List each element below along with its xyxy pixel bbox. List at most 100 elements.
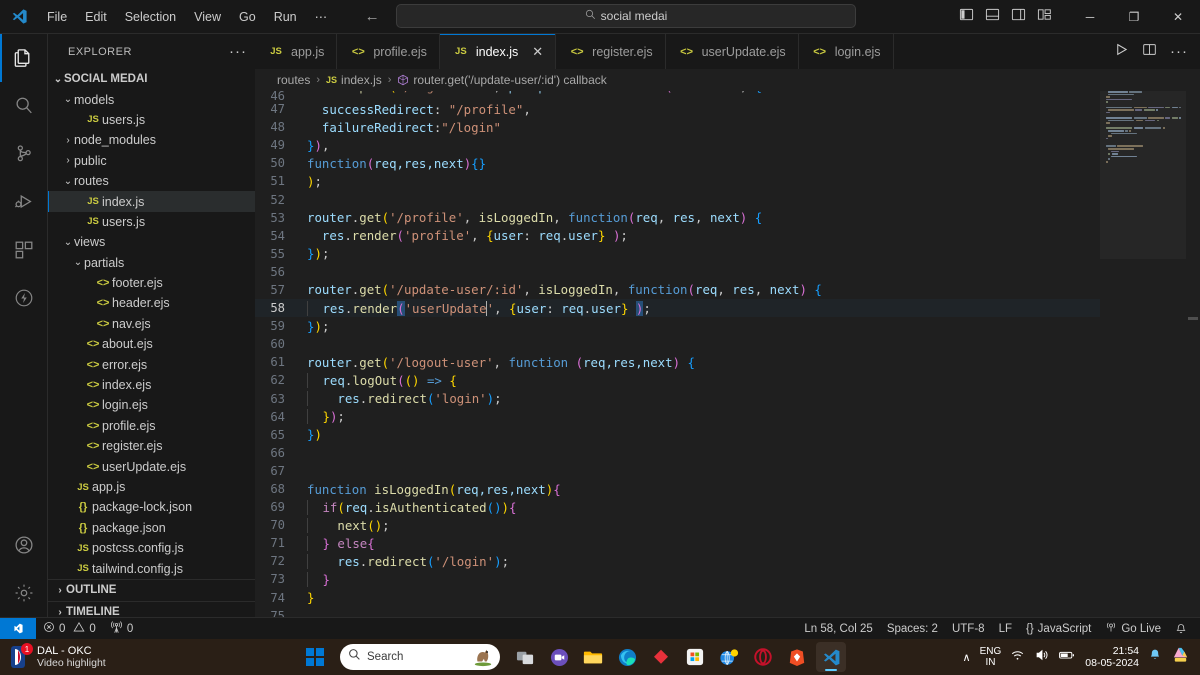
battery-icon[interactable] [1058,648,1076,667]
tab-register-ejs[interactable]: <> register.ejs [556,34,666,69]
activity-explorer[interactable] [0,34,48,82]
tab-app-js[interactable]: JS app.js [255,34,338,69]
menu-edit[interactable]: Edit [77,6,115,28]
tray-expand-chevron-icon[interactable]: ∧ [963,651,971,664]
opera-browser-icon[interactable] [748,642,778,672]
tree-item-partials[interactable]: ⌄ partials [48,253,255,273]
task-view-icon[interactable] [510,642,540,672]
customize-layout-icon[interactable] [1037,7,1052,27]
activity-extensions[interactable] [0,226,48,274]
tab-profile-ejs[interactable]: <> profile.ejs [337,34,440,69]
menu-run[interactable]: Run [266,6,305,28]
command-center-search[interactable]: social medai [396,4,856,28]
file-explorer-icon[interactable] [578,642,608,672]
menu-more[interactable]: ⋯ [307,6,336,28]
go-live-button[interactable]: Go Live [1098,618,1168,640]
tree-item-nav-ejs[interactable]: <> nav.ejs [48,314,255,334]
cursor-position[interactable]: Ln 58, Col 25 [797,618,879,640]
code-lines[interactable]: 46 router.post('/login-user', passport.a… [255,91,1100,617]
tab-login-ejs[interactable]: <> login.ejs [798,34,894,69]
teams-app-icon[interactable] [544,642,574,672]
taskbar-news-widget[interactable]: 1 DAL - OKC Video highlight [0,643,300,669]
toggle-secondary-sidebar-icon[interactable] [1011,7,1026,27]
code-line-active[interactable]: 58 res.render('userUpdate', {user: req.u… [255,299,1100,318]
breadcrumb-folder[interactable]: routes [277,73,310,87]
tree-item-views[interactable]: ⌄ views [48,232,255,252]
tree-item-error-ejs[interactable]: <> error.ejs [48,354,255,374]
volume-icon[interactable] [1034,648,1049,667]
toggle-primary-sidebar-icon[interactable] [959,7,974,27]
tree-item-footer-ejs[interactable]: <> footer.ejs [48,273,255,293]
tree-item-tailwind-config-js[interactable]: JS tailwind.config.js [48,558,255,578]
tree-item-postcss-config-js[interactable]: JS postcss.config.js [48,538,255,558]
problems-status[interactable]: 0 0 [36,618,103,640]
clock[interactable]: 21:54 08-05-2024 [1085,645,1139,669]
activity-run-and-debug[interactable] [0,178,48,226]
tree-item-index-js[interactable]: JS index.js [48,191,255,213]
tree-item-app-js[interactable]: JS app.js [48,477,255,497]
tree-item-routes[interactable]: ⌄ routes [48,171,255,191]
menu-view[interactable]: View [186,6,229,28]
microsoft-store-icon[interactable] [680,642,710,672]
editor-more-actions-icon[interactable]: ··· [1170,43,1188,60]
outline-section[interactable]: › OUTLINE [48,578,255,601]
tree-item-header-ejs[interactable]: <> header.ejs [48,293,255,313]
minimap[interactable] [1100,91,1186,617]
tree-item-about-ejs[interactable]: <> about.ejs [48,334,255,354]
code-editor[interactable]: 46 router.post('/login-user', passport.a… [255,91,1200,617]
end-of-line[interactable]: LF [992,618,1019,640]
tree-item-profile-ejs[interactable]: <> profile.ejs [48,416,255,436]
breadcrumb-symbol[interactable]: router.get('/update-user/:id') callback [413,73,606,87]
explorer-more-actions-icon[interactable]: ··· [229,43,247,60]
workspace-root-row[interactable]: ⌄ SOCIAL MEDAI [48,69,255,89]
menu-go[interactable]: Go [231,6,264,28]
tree-item-index-ejs[interactable]: <> index.ejs [48,375,255,395]
notifications-bell[interactable] [1168,618,1194,640]
tab-index-js[interactable]: JS index.js ✕ [439,34,557,69]
copilot-icon[interactable] [1171,645,1190,669]
close-button[interactable]: ✕ [1156,0,1200,34]
tree-item-userupdate-ejs[interactable]: <> userUpdate.ejs [48,456,255,476]
input-language-indicator[interactable]: ENG IN [980,646,1002,668]
activity-settings-gear[interactable] [0,569,48,617]
microsoft-edge-icon[interactable] [612,642,642,672]
tree-item-register-ejs[interactable]: <> register.ejs [48,436,255,456]
activity-source-control[interactable] [0,130,48,178]
menu-selection[interactable]: Selection [117,6,184,28]
breadcrumb-file[interactable]: index.js [341,73,382,87]
tab-close-icon[interactable]: ✕ [532,44,543,60]
tree-item-package-lock-json[interactable]: {} package-lock.json [48,497,255,517]
timeline-section[interactable]: › TIMELINE [48,600,255,617]
tab-userupdate-ejs[interactable]: <> userUpdate.ejs [665,34,799,69]
maximize-button[interactable]: ❐ [1112,0,1156,34]
activity-accounts[interactable] [0,521,48,569]
start-button-icon[interactable] [300,642,330,672]
minimize-button[interactable]: ─ [1068,0,1112,34]
brave-browser-icon[interactable] [782,642,812,672]
wifi-icon[interactable] [1010,648,1025,667]
tree-item-node-modules[interactable]: › node_modules [48,130,255,150]
taskbar-search-box[interactable]: Search [340,644,500,670]
tree-item-users-js[interactable]: JS users.js [48,212,255,232]
activity-thunder-client[interactable] [0,274,48,322]
run-code-icon[interactable] [1114,42,1129,62]
split-editor-icon[interactable] [1142,42,1157,62]
globe-app-icon[interactable] [714,642,744,672]
toggle-panel-icon[interactable] [985,7,1000,27]
menu-file[interactable]: File [39,6,75,28]
tree-item-users-js[interactable]: JS users.js [48,110,255,130]
tree-item-public[interactable]: › public [48,151,255,171]
ports-status[interactable]: 0 [103,618,140,640]
tree-item-package-json[interactable]: {} package.json [48,518,255,538]
activity-search[interactable] [0,82,48,130]
editor-scrollbar[interactable] [1186,91,1200,617]
language-mode[interactable]: {} JavaScript [1019,618,1098,640]
red-diamond-app-icon[interactable] [646,642,676,672]
indentation[interactable]: Spaces: 2 [880,618,945,640]
visual-studio-code-icon[interactable] [816,642,846,672]
tree-item-login-ejs[interactable]: <> login.ejs [48,395,255,415]
go-back-icon[interactable]: ← [364,8,380,25]
tree-item-models[interactable]: ⌄ models [48,89,255,109]
remote-window-button[interactable] [0,617,36,640]
minimap-slider[interactable] [1100,91,1186,259]
